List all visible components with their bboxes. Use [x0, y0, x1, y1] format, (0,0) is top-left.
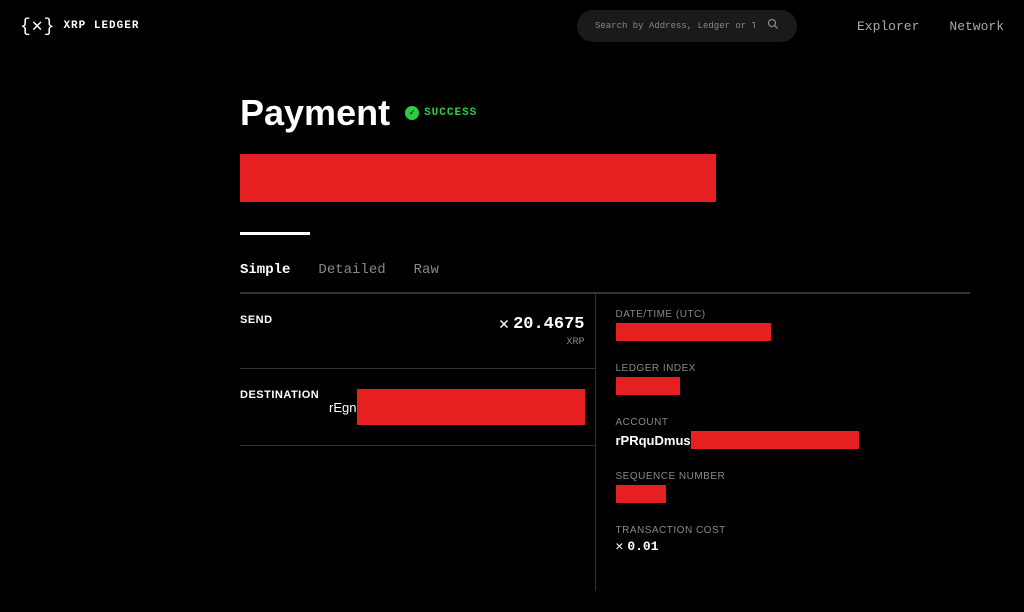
- tab-simple[interactable]: Simple: [240, 262, 290, 280]
- account-row: rPRquDmus: [616, 431, 971, 449]
- datetime-redacted: [616, 323, 771, 341]
- send-amount: 20.4675: [513, 315, 584, 334]
- logo[interactable]: {✕} XRP LEDGER: [20, 15, 139, 37]
- account-label: ACCOUNT: [616, 417, 971, 428]
- xrp-icon-cost: ✕: [616, 539, 624, 554]
- datetime-label: DATE/TIME (UTC): [616, 309, 971, 320]
- destination-prefix: rEgn: [329, 400, 356, 415]
- title-row: Payment ✓ SUCCESS: [240, 92, 970, 134]
- destination-row: DESTINATION rEgn: [240, 369, 595, 446]
- destination-redacted: [357, 389, 585, 425]
- nav-network[interactable]: Network: [949, 19, 1004, 34]
- content: Payment ✓ SUCCESS Simple Detailed Raw SE…: [0, 52, 970, 591]
- destination-label: DESTINATION: [240, 389, 319, 401]
- ledger-item: LEDGER INDEX: [616, 363, 971, 395]
- logo-text: XRP LEDGER: [63, 20, 139, 32]
- amount-box: ✕ 20.4675 XRP: [499, 314, 585, 348]
- ledger-redacted: [616, 377, 680, 395]
- search-box[interactable]: [577, 10, 797, 42]
- sequence-item: SEQUENCE NUMBER: [616, 471, 971, 503]
- send-currency: XRP: [499, 337, 585, 348]
- account-prefix: rPRquDmus: [616, 433, 691, 448]
- logo-icon: {✕}: [20, 15, 55, 37]
- status-text: SUCCESS: [424, 107, 477, 119]
- detail-left: SEND ✕ 20.4675 XRP DESTINATION rEgn: [240, 294, 595, 591]
- ledger-label: LEDGER INDEX: [616, 363, 971, 374]
- account-redacted: [691, 431, 859, 449]
- xrp-icon: ✕: [499, 314, 509, 335]
- account-item: ACCOUNT rPRquDmus: [616, 417, 971, 449]
- sequence-label: SEQUENCE NUMBER: [616, 471, 971, 482]
- cost-label: TRANSACTION COST: [616, 525, 971, 536]
- header: {✕} XRP LEDGER Explorer Network: [0, 0, 1024, 52]
- search-icon[interactable]: [767, 18, 779, 34]
- cost-value: 0.01: [627, 539, 658, 554]
- detail-container: SEND ✕ 20.4675 XRP DESTINATION rEgn: [240, 293, 970, 591]
- detail-right: DATE/TIME (UTC) LEDGER INDEX ACCOUNT rPR…: [595, 294, 971, 591]
- page-title: Payment: [240, 92, 390, 134]
- amount-value: ✕ 20.4675: [499, 314, 585, 335]
- transaction-hash-redacted: [240, 154, 716, 202]
- tabs: Simple Detailed Raw: [240, 262, 970, 293]
- destination-value: rEgn: [329, 389, 584, 425]
- search-input[interactable]: [595, 21, 755, 31]
- tab-detailed[interactable]: Detailed: [318, 262, 385, 280]
- cost-item: TRANSACTION COST ✕ 0.01: [616, 525, 971, 554]
- send-label: SEND: [240, 314, 273, 326]
- check-icon: ✓: [405, 106, 419, 120]
- cost-row: ✕ 0.01: [616, 539, 971, 554]
- send-row: SEND ✕ 20.4675 XRP: [240, 294, 595, 369]
- status-badge: ✓ SUCCESS: [405, 106, 477, 120]
- sequence-redacted: [616, 485, 666, 503]
- tab-raw[interactable]: Raw: [414, 262, 439, 280]
- nav-links: Explorer Network: [857, 19, 1004, 34]
- datetime-item: DATE/TIME (UTC): [616, 309, 971, 341]
- nav-explorer[interactable]: Explorer: [857, 19, 919, 34]
